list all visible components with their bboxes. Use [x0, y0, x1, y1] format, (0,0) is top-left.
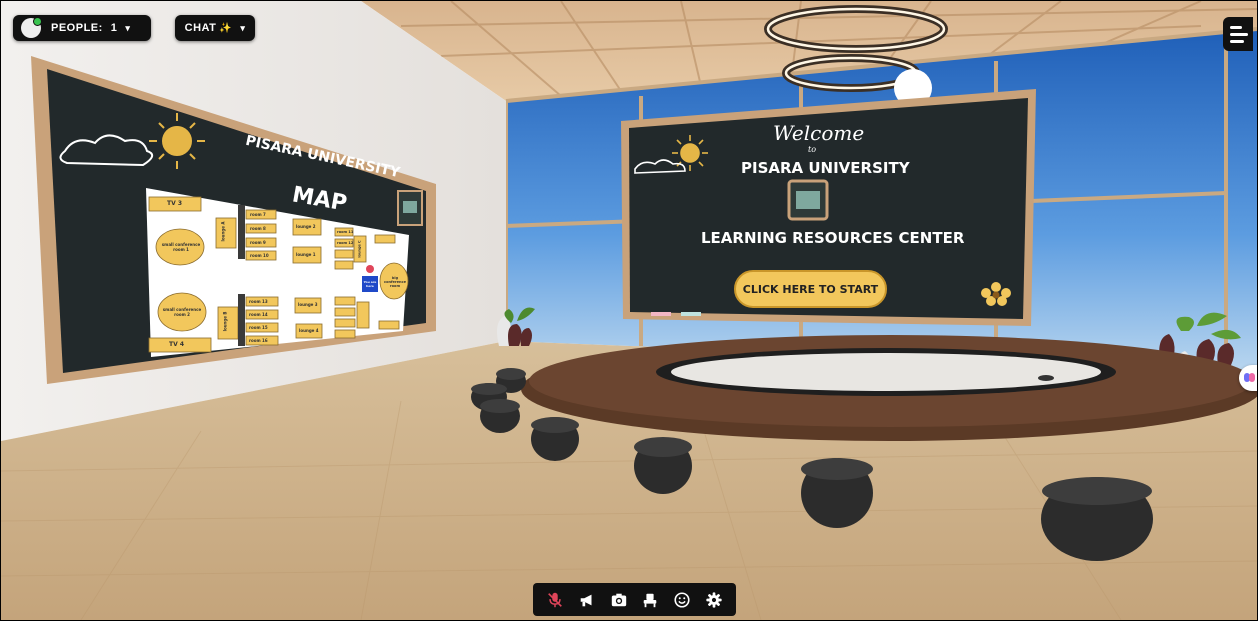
viewport: PISARA UNIVERSITY MAP TV 3 TV 4 small co… — [0, 0, 1258, 621]
map-label-tv4: TV 4 — [169, 341, 184, 348]
camera-button[interactable] — [607, 588, 631, 612]
map-label-conf1: small conference room 1 — [161, 242, 201, 252]
avatar-icon — [21, 17, 42, 38]
menu-icon — [1230, 26, 1242, 29]
settings-button[interactable] — [702, 588, 726, 612]
map-label-you-are-here: You are here — [363, 280, 377, 288]
emoji-button[interactable] — [670, 588, 694, 612]
camera-icon — [611, 593, 626, 606]
map-label-lounge-a: lounge A — [220, 221, 226, 242]
map-label-room-14: room 14 — [249, 312, 268, 317]
widget-icon-dot — [1249, 373, 1255, 382]
welcome-to: to — [808, 145, 817, 154]
map-label-room-10: room 10 — [250, 253, 269, 258]
map-label-lounge-4: lounge 4 — [299, 328, 319, 333]
map-label-room-15: room 15 — [249, 325, 268, 330]
menu-icon-bar — [1230, 33, 1248, 36]
welcome-heading: Welcome — [773, 121, 865, 145]
map-label-room-9: room 9 — [250, 240, 266, 245]
gear-icon — [706, 591, 722, 608]
map-label-room-12: room 12 — [337, 241, 354, 245]
menu-icon-bar — [1230, 40, 1244, 43]
mic-off-icon — [548, 592, 562, 607]
chevron-down-icon: ▾ — [125, 22, 131, 33]
map-label-tv3: TV 3 — [167, 200, 182, 207]
people-label: PEOPLE: — [51, 22, 103, 34]
megaphone-button[interactable] — [575, 588, 599, 612]
map-label-conf2: small conference room 2 — [162, 307, 202, 317]
welcome-university: PISARA UNIVERSITY — [741, 159, 910, 177]
click-here-to-start-button[interactable]: CLICK HERE TO START — [734, 270, 887, 308]
chevron-down-icon: ▾ — [240, 22, 246, 33]
welcome-center: LEARNING RESOURCES CENTER — [701, 229, 965, 247]
map-label-lounge-b: lounge B — [222, 311, 228, 332]
map-label-room-16: room 16 — [249, 338, 268, 343]
map-label-room-8: room 8 — [250, 226, 266, 231]
map-label-lounge-2: lounge 2 — [296, 224, 316, 229]
map-label-big-conf: big conference room — [384, 276, 406, 288]
emoji-icon — [674, 591, 690, 608]
chat-dropdown[interactable]: CHAT ✨ ▾ — [175, 15, 255, 41]
bottom-toolbar — [533, 583, 736, 616]
map-label-room-7: room 7 — [250, 212, 266, 217]
welcome-sun-icon — [672, 135, 708, 171]
sparkle-icon: ✨ — [219, 22, 233, 34]
microphone-toggle-button[interactable] — [543, 588, 567, 612]
people-dropdown[interactable]: PEOPLE: 1 ▾ — [13, 15, 151, 41]
map-label-lounge-1: lounge 1 — [296, 252, 316, 257]
menu-button[interactable] — [1223, 17, 1253, 51]
seat-icon — [644, 593, 657, 607]
megaphone-icon — [580, 594, 592, 606]
chat-label: CHAT — [184, 22, 217, 34]
map-label-room-13: room 13 — [249, 299, 268, 304]
map-label-lounge-c: lounge C — [357, 240, 362, 258]
people-count: 1 — [110, 22, 118, 34]
map-label-room-11: room 11 — [337, 230, 354, 234]
map-label-lounge-3: lounge 3 — [298, 302, 318, 307]
sit-button[interactable] — [638, 588, 662, 612]
